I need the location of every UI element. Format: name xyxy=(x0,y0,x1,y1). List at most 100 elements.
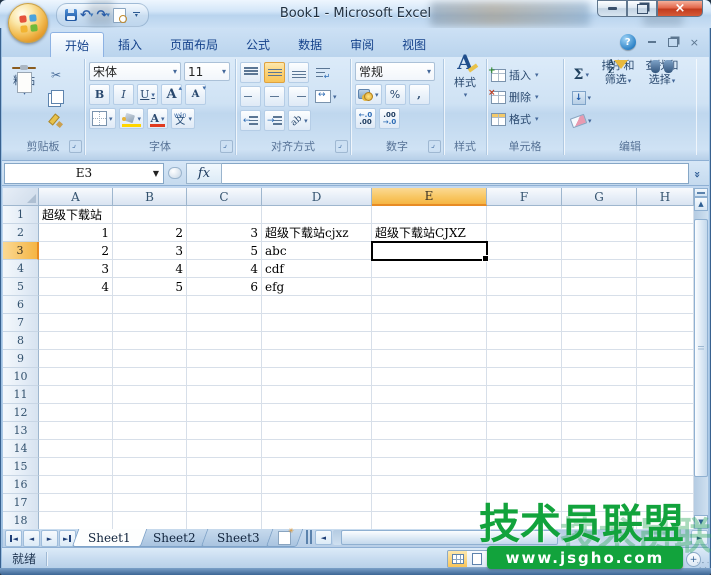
clipboard-dialog-launcher[interactable] xyxy=(69,140,82,153)
print-preview-button[interactable] xyxy=(113,8,126,23)
cell-G14[interactable] xyxy=(562,440,637,458)
sheet-tab-sheet3[interactable]: Sheet3 xyxy=(201,529,276,547)
cell-H8[interactable] xyxy=(637,332,694,350)
cell-C16[interactable] xyxy=(187,476,262,494)
normal-view-button[interactable] xyxy=(448,551,467,567)
cell-D13[interactable] xyxy=(262,422,372,440)
cell-H4[interactable] xyxy=(637,260,694,278)
cell-A12[interactable] xyxy=(39,404,113,422)
column-header-A[interactable]: A xyxy=(39,188,113,206)
sort-filter-button[interactable]: AZ 排序和 筛选▾ xyxy=(598,62,639,83)
cell-G13[interactable] xyxy=(562,422,637,440)
cell-G15[interactable] xyxy=(562,458,637,476)
cell-D10[interactable] xyxy=(262,368,372,386)
insert-worksheet-tab[interactable] xyxy=(266,529,304,547)
cell-D7[interactable] xyxy=(262,314,372,332)
find-select-button[interactable]: 查找和 选择▾ xyxy=(642,62,683,83)
ribbon-tab-开始[interactable]: 开始 xyxy=(50,32,104,58)
office-button[interactable] xyxy=(8,3,48,43)
fill-button[interactable]: ↓▾ xyxy=(568,87,595,108)
previous-sheet-button[interactable]: ◄ xyxy=(23,530,40,547)
cell-A3[interactable]: 2 xyxy=(39,242,113,260)
format-painter-button[interactable] xyxy=(45,110,67,131)
cell-H2[interactable] xyxy=(637,224,694,242)
font-size-select[interactable]: 11▾ xyxy=(184,62,230,81)
insert-function-button[interactable]: fx xyxy=(186,163,222,184)
cut-button[interactable]: ✂ xyxy=(45,64,67,85)
customize-qat-button[interactable]: ▾ xyxy=(133,12,140,19)
increase-decimal-button[interactable]: ←.0.00 xyxy=(355,108,376,129)
cell-G8[interactable] xyxy=(562,332,637,350)
ribbon-tab-审阅[interactable]: 审阅 xyxy=(336,32,388,57)
fill-color-button[interactable]: ▾ xyxy=(119,108,145,129)
insert-cells-button[interactable]: +插入▾ xyxy=(491,65,559,85)
cell-F4[interactable] xyxy=(487,260,562,278)
cell-B1[interactable] xyxy=(113,206,187,224)
cell-A7[interactable] xyxy=(39,314,113,332)
cell-C13[interactable] xyxy=(187,422,262,440)
paste-button[interactable]: 粘贴 ▾ xyxy=(6,62,42,83)
row-header-1[interactable]: 1 xyxy=(3,206,39,224)
cell-E10[interactable] xyxy=(372,368,487,386)
cell-A13[interactable] xyxy=(39,422,113,440)
cell-G9[interactable] xyxy=(562,350,637,368)
cell-D1[interactable] xyxy=(262,206,372,224)
cell-F2[interactable] xyxy=(487,224,562,242)
cell-D15[interactable] xyxy=(262,458,372,476)
ribbon-tab-页面布局[interactable]: 页面布局 xyxy=(156,32,232,57)
cell-C10[interactable] xyxy=(187,368,262,386)
font-name-select[interactable]: 宋体▾ xyxy=(89,62,181,81)
cell-A15[interactable] xyxy=(39,458,113,476)
cell-F8[interactable] xyxy=(487,332,562,350)
undo-dropdown[interactable]: ▾ xyxy=(90,11,94,19)
cell-D4[interactable]: cdf xyxy=(262,260,372,278)
top-align-button[interactable] xyxy=(240,62,261,83)
cell-F12[interactable] xyxy=(487,404,562,422)
cell-D8[interactable] xyxy=(262,332,372,350)
cell-D17[interactable] xyxy=(262,494,372,512)
undo-button[interactable]: ↶▾ xyxy=(80,8,93,23)
restore-button[interactable] xyxy=(627,0,657,17)
cell-B10[interactable] xyxy=(113,368,187,386)
row-header-15[interactable]: 15 xyxy=(3,458,39,476)
orientation-button[interactable]: ab▾ xyxy=(288,110,311,131)
cell-F6[interactable] xyxy=(487,296,562,314)
cell-D9[interactable] xyxy=(262,350,372,368)
align-center-button[interactable] xyxy=(264,86,285,107)
cell-C1[interactable] xyxy=(187,206,262,224)
name-box-dropdown-icon[interactable]: ▼ xyxy=(153,169,159,178)
cell-C5[interactable]: 6 xyxy=(187,278,262,296)
cell-B4[interactable]: 4 xyxy=(113,260,187,278)
selected-cell-outline[interactable] xyxy=(371,241,488,261)
column-header-H[interactable]: H xyxy=(637,188,694,206)
font-color-button[interactable]: A▾ xyxy=(147,108,168,129)
cell-D6[interactable] xyxy=(262,296,372,314)
vertical-scroll-thumb[interactable] xyxy=(694,219,708,477)
clear-button[interactable]: ▾ xyxy=(568,110,595,131)
cell-A5[interactable]: 4 xyxy=(39,278,113,296)
cell-A16[interactable] xyxy=(39,476,113,494)
format-cells-button[interactable]: 格式▾ xyxy=(491,109,559,129)
grow-font-button[interactable]: A▴ xyxy=(161,84,182,105)
increase-indent-button[interactable] xyxy=(264,110,285,131)
row-header-16[interactable]: 16 xyxy=(3,476,39,494)
cell-H7[interactable] xyxy=(637,314,694,332)
cell-D16[interactable] xyxy=(262,476,372,494)
row-header-6[interactable]: 6 xyxy=(3,296,39,314)
cell-B14[interactable] xyxy=(113,440,187,458)
cell-C15[interactable] xyxy=(187,458,262,476)
cell-A11[interactable] xyxy=(39,386,113,404)
cell-B5[interactable]: 5 xyxy=(113,278,187,296)
cell-H5[interactable] xyxy=(637,278,694,296)
cell-B11[interactable] xyxy=(113,386,187,404)
cell-F7[interactable] xyxy=(487,314,562,332)
cell-C12[interactable] xyxy=(187,404,262,422)
font-dialog-launcher[interactable] xyxy=(220,140,233,153)
cell-E1[interactable] xyxy=(372,206,487,224)
next-sheet-button[interactable]: ► xyxy=(41,530,58,547)
sheet-tab-sheet2[interactable]: Sheet2 xyxy=(136,529,211,547)
cell-E14[interactable] xyxy=(372,440,487,458)
help-button[interactable]: ? xyxy=(620,34,636,50)
phonetic-guide-button[interactable]: wén文▾ xyxy=(171,108,195,129)
align-right-button[interactable] xyxy=(288,86,309,107)
